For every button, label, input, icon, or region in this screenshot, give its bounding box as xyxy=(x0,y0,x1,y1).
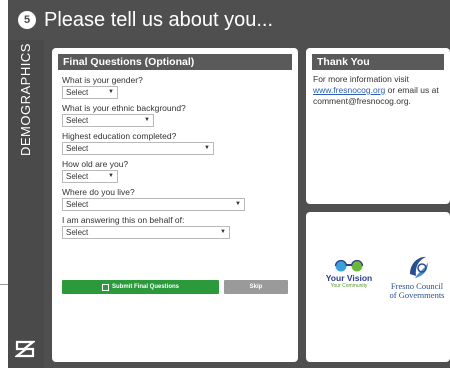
your-vision-title: Your Vision xyxy=(325,273,373,283)
fresno-council-logo: Fresno Council of Governments xyxy=(384,254,450,314)
swoosh-icon xyxy=(410,256,428,278)
thank-you-text: For more information visit www.fresnocog… xyxy=(306,70,450,107)
section-label: DEMOGRAPHICS xyxy=(18,43,33,156)
dropdown-arrow-icon: ▼ xyxy=(108,173,114,179)
final-questions-panel: Final Questions (Optional) What is your … xyxy=(52,48,298,362)
question-label: What is your ethnic background? xyxy=(62,103,186,113)
select-value: Select xyxy=(66,172,89,181)
thank-you-prefix: For more information visit xyxy=(313,74,409,84)
fresno-council-line-2: of Governments xyxy=(389,290,445,300)
question-age: How old are you? Select ▼ xyxy=(62,159,298,183)
question-label: What is your gender? xyxy=(62,75,143,85)
dropdown-arrow-icon: ▼ xyxy=(108,89,114,95)
header-bar: 5 Please tell us about you... xyxy=(8,0,450,40)
dropdown-arrow-icon: ▼ xyxy=(204,145,210,151)
step-number-badge: 5 xyxy=(18,11,36,29)
question-on-behalf-of: I am answering this on behalf of: Select… xyxy=(62,215,298,239)
on-behalf-of-select[interactable]: Select ▼ xyxy=(62,226,230,239)
question-list: What is your gender? Select ▼ What is yo… xyxy=(52,70,298,239)
location-select[interactable]: Select ▼ xyxy=(62,198,245,211)
skip-button[interactable]: Skip xyxy=(224,280,288,294)
your-vision-logo: Your Vision Your Community xyxy=(318,260,380,300)
question-education: Highest education completed? Select ▼ xyxy=(62,131,298,155)
glasses-icon xyxy=(334,260,364,272)
ethnic-background-select[interactable]: Select ▼ xyxy=(62,114,154,127)
thank-you-heading: Thank You xyxy=(312,54,444,70)
select-value: Select xyxy=(66,144,89,153)
education-select[interactable]: Select ▼ xyxy=(62,142,214,155)
dropdown-arrow-icon: ▼ xyxy=(144,117,150,123)
age-select[interactable]: Select ▼ xyxy=(62,170,118,183)
question-label: Highest education completed? xyxy=(62,131,177,141)
action-buttons: Submit Final Questions Skip xyxy=(62,280,288,294)
thank-you-panel: Thank You For more information visit www… xyxy=(306,48,450,204)
question-label: How old are you? xyxy=(62,159,129,169)
partner-logos-panel: Your Vision Your Community Fresno Counci… xyxy=(306,212,450,362)
question-location: Where do you live? Select ▼ xyxy=(62,187,298,211)
page-title: Please tell us about you... xyxy=(44,8,274,31)
sidebar: DEMOGRAPHICS xyxy=(8,40,44,368)
select-value: Select xyxy=(66,228,89,237)
question-ethnic-background: What is your ethnic background? Select ▼ xyxy=(62,103,298,127)
submit-button-label: Submit Final Questions xyxy=(111,284,179,290)
gender-select[interactable]: Select ▼ xyxy=(62,86,118,99)
submit-final-questions-button[interactable]: Submit Final Questions xyxy=(62,280,219,294)
dropdown-arrow-icon: ▼ xyxy=(220,229,226,235)
dropdown-arrow-icon: ▼ xyxy=(235,201,241,207)
save-icon xyxy=(101,283,109,291)
question-label: Where do you live? xyxy=(62,187,135,197)
skip-button-label: Skip xyxy=(249,284,263,290)
chevron-z-logo-icon xyxy=(15,340,35,358)
your-vision-subtitle: Your Community xyxy=(330,283,368,289)
select-value: Select xyxy=(66,200,89,209)
question-label: I am answering this on behalf of: xyxy=(62,215,185,225)
final-questions-heading: Final Questions (Optional) xyxy=(58,54,292,70)
select-value: Select xyxy=(66,116,89,125)
website-link[interactable]: www.fresnocog.org xyxy=(313,85,385,95)
question-gender: What is your gender? Select ▼ xyxy=(62,75,298,99)
survey-frame: 5 Please tell us about you... DEMOGRAPHI… xyxy=(8,0,450,368)
select-value: Select xyxy=(66,88,89,97)
fresno-council-name: Fresno Council of Governments xyxy=(384,282,450,300)
